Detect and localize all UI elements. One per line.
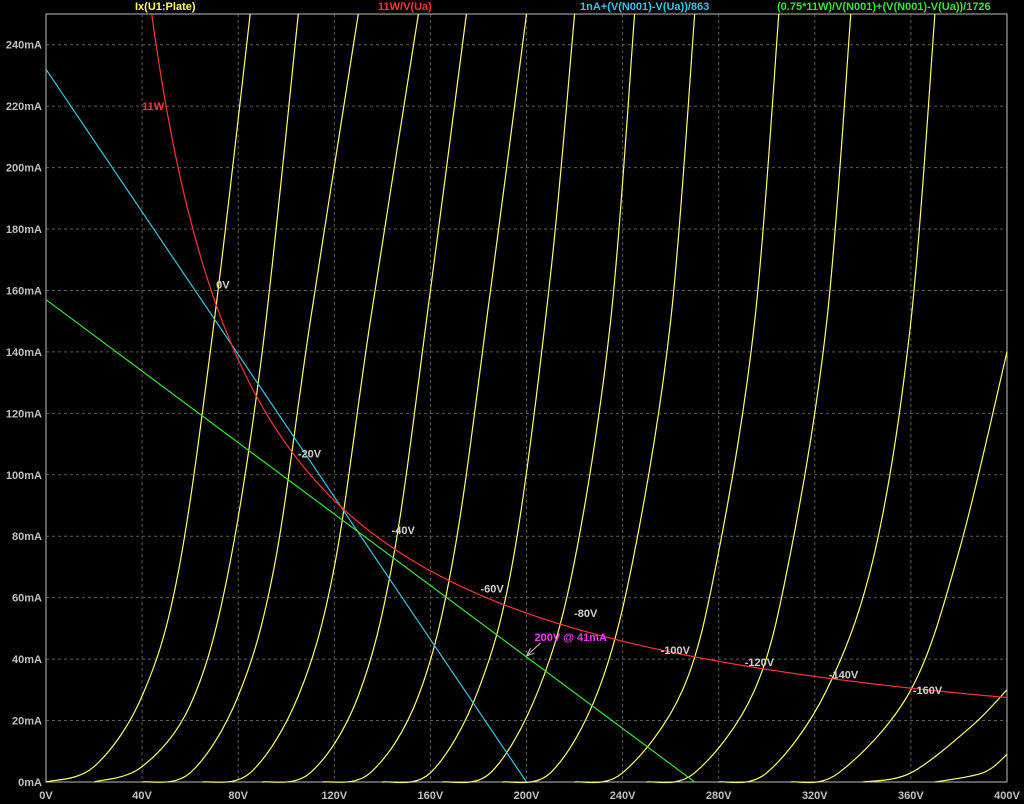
- plate-curve-label: -40V: [392, 525, 416, 537]
- x-tick-label: 400V: [994, 790, 1020, 802]
- plate-curve-label: -20V: [298, 448, 322, 460]
- x-tick-label: 280V: [706, 790, 732, 802]
- y-tick-label: 240mA: [6, 40, 42, 52]
- x-tick-label: 40V: [132, 790, 152, 802]
- y-tick-label: 0mA: [18, 777, 42, 789]
- plate-curve-label: -140V: [829, 669, 859, 681]
- y-tick-label: 140mA: [6, 347, 42, 359]
- y-tick-label: 40mA: [12, 654, 42, 666]
- y-tick-label: 160mA: [6, 285, 42, 297]
- legend-dissipation-curve[interactable]: 11W/V(Ua): [378, 1, 432, 13]
- x-tick-label: 360V: [898, 790, 924, 802]
- x-tick-label: 120V: [321, 790, 347, 802]
- annotation-label: 200V @ 41mA: [535, 632, 608, 644]
- y-tick-label: 120mA: [6, 408, 42, 420]
- y-tick-label: 60mA: [12, 593, 42, 605]
- plate-characteristics-plot: 0V 40V 80V 120V 160V 200V 240V 280V 320V 360V 400V…: [0, 0, 1024, 804]
- legend-plate-current[interactable]: Ix(U1:Plate): [135, 1, 196, 13]
- plate-curve-label: 0V: [216, 279, 230, 291]
- y-tick-label: 200mA: [6, 163, 42, 175]
- legend-load-line-863[interactable]: 1nA+(V(N001)-V(Ua))/863: [580, 1, 709, 13]
- y-tick-label: 80mA: [12, 531, 42, 543]
- y-tick-label: 20mA: [12, 716, 42, 728]
- dissipation-curve-label: 11W: [142, 101, 165, 113]
- x-tick-label: 320V: [802, 790, 828, 802]
- x-tick-label: 240V: [610, 790, 636, 802]
- plate-curve-label: -60V: [480, 583, 504, 595]
- y-tick-label: 100mA: [6, 470, 42, 482]
- y-tick-label: 180mA: [6, 224, 42, 236]
- x-tick-label: 0V: [39, 790, 53, 802]
- plate-curve-label: -80V: [574, 608, 598, 620]
- x-tick-label: 80V: [228, 790, 248, 802]
- plate-curve-label: -100V: [661, 645, 691, 657]
- y-tick-label: 220mA: [6, 101, 42, 113]
- plate-curve-label: -160V: [913, 685, 943, 697]
- legend-load-line-1726[interactable]: (0.75*11W)/V(N001)+(V(N001)-V(Ua))/1726: [777, 1, 991, 13]
- plate-curve-label: -120V: [745, 657, 775, 669]
- x-tick-label: 160V: [418, 790, 444, 802]
- x-tick-label: 200V: [514, 790, 540, 802]
